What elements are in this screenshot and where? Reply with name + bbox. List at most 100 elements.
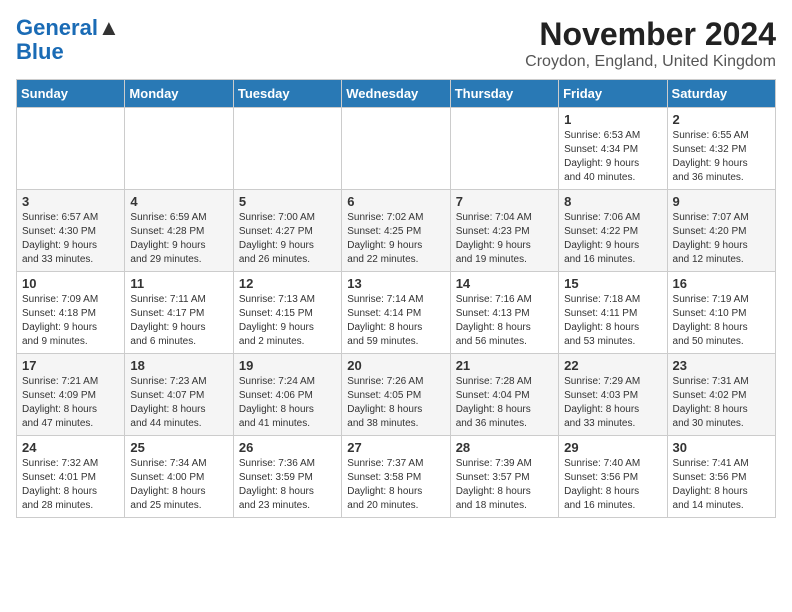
col-saturday: Saturday	[667, 80, 775, 108]
day-number: 17	[22, 358, 119, 373]
day-info: Sunrise: 7:41 AM Sunset: 3:56 PM Dayligh…	[673, 457, 770, 513]
calendar-cell-w0-d4	[450, 108, 558, 190]
day-info: Sunrise: 7:11 AM Sunset: 4:17 PM Dayligh…	[130, 293, 227, 349]
day-info: Sunrise: 7:29 AM Sunset: 4:03 PM Dayligh…	[564, 375, 661, 431]
calendar-cell-w3-d4: 21 Sunrise: 7:28 AM Sunset: 4:04 PM Dayli…	[450, 354, 558, 436]
calendar-cell-w2-d5: 15 Sunrise: 7:18 AM Sunset: 4:11 PM Dayli…	[559, 272, 667, 354]
calendar-cell-w0-d3	[342, 108, 450, 190]
day-number: 4	[130, 194, 227, 209]
col-thursday: Thursday	[450, 80, 558, 108]
logo-subtext: Blue	[16, 39, 64, 64]
day-number: 30	[673, 440, 770, 455]
col-tuesday: Tuesday	[233, 80, 341, 108]
day-number: 26	[239, 440, 336, 455]
day-info: Sunrise: 7:28 AM Sunset: 4:04 PM Dayligh…	[456, 375, 553, 431]
day-number: 3	[22, 194, 119, 209]
col-friday: Friday	[559, 80, 667, 108]
calendar-cell-w3-d2: 19Sunrise: 7:24 AM Sunset: 4:06 PM Dayli…	[233, 354, 341, 436]
col-monday: Monday	[125, 80, 233, 108]
week-row-2: 10 Sunrise: 7:09 AM Sunset: 4:18 PM Dayli…	[17, 272, 776, 354]
day-number: 11	[130, 276, 227, 291]
calendar-cell-w1-d6: 9 Sunrise: 7:07 AM Sunset: 4:20 PM Daylig…	[667, 190, 775, 272]
day-info: Sunrise: 6:53 AM Sunset: 4:34 PM Dayligh…	[564, 129, 661, 185]
calendar-cell-w4-d5: 29 Sunrise: 7:40 AM Sunset: 3:56 PM Dayli…	[559, 436, 667, 518]
day-info: Sunrise: 7:31 AM Sunset: 4:02 PM Dayligh…	[673, 375, 770, 431]
calendar-cell-w0-d6: 2 Sunrise: 6:55 AM Sunset: 4:32 PM Daylig…	[667, 108, 775, 190]
day-number: 10	[22, 276, 119, 291]
day-number: 1	[564, 112, 661, 127]
day-info: Sunrise: 7:36 AM Sunset: 3:59 PM Dayligh…	[239, 457, 336, 513]
day-number: 28	[456, 440, 553, 455]
day-info: Sunrise: 7:07 AM Sunset: 4:20 PM Dayligh…	[673, 211, 770, 267]
calendar-cell-w1-d2: 5Sunrise: 7:00 AM Sunset: 4:27 PM Daylig…	[233, 190, 341, 272]
page-subtitle: Croydon, England, United Kingdom	[525, 53, 776, 71]
calendar-cell-w1-d1: 4 Sunrise: 6:59 AM Sunset: 4:28 PM Daylig…	[125, 190, 233, 272]
day-number: 22	[564, 358, 661, 373]
day-number: 15	[564, 276, 661, 291]
day-info: Sunrise: 7:04 AM Sunset: 4:23 PM Dayligh…	[456, 211, 553, 267]
calendar-cell-w2-d4: 14 Sunrise: 7:16 AM Sunset: 4:13 PM Dayli…	[450, 272, 558, 354]
page-header: General▲ Blue November 2024 Croydon, Eng…	[16, 16, 776, 71]
day-number: 29	[564, 440, 661, 455]
calendar-cell-w2-d3: 13Sunrise: 7:14 AM Sunset: 4:14 PM Dayli…	[342, 272, 450, 354]
col-sunday: Sunday	[17, 80, 125, 108]
day-info: Sunrise: 7:00 AM Sunset: 4:27 PM Dayligh…	[239, 211, 336, 267]
day-info: Sunrise: 7:39 AM Sunset: 3:57 PM Dayligh…	[456, 457, 553, 513]
logo: General▲ Blue	[16, 16, 120, 64]
day-number: 14	[456, 276, 553, 291]
calendar-cell-w0-d0	[17, 108, 125, 190]
day-info: Sunrise: 7:23 AM Sunset: 4:07 PM Dayligh…	[130, 375, 227, 431]
calendar-cell-w4-d6: 30 Sunrise: 7:41 AM Sunset: 3:56 PM Dayli…	[667, 436, 775, 518]
day-info: Sunrise: 7:14 AM Sunset: 4:14 PM Dayligh…	[347, 293, 444, 349]
week-row-3: 17 Sunrise: 7:21 AM Sunset: 4:09 PM Dayli…	[17, 354, 776, 436]
calendar-cell-w1-d4: 7 Sunrise: 7:04 AM Sunset: 4:23 PM Daylig…	[450, 190, 558, 272]
week-row-1: 3Sunrise: 6:57 AM Sunset: 4:30 PM Daylig…	[17, 190, 776, 272]
day-info: Sunrise: 7:13 AM Sunset: 4:15 PM Dayligh…	[239, 293, 336, 349]
calendar-cell-w1-d5: 8 Sunrise: 7:06 AM Sunset: 4:22 PM Daylig…	[559, 190, 667, 272]
day-number: 25	[130, 440, 227, 455]
calendar-cell-w3-d5: 22 Sunrise: 7:29 AM Sunset: 4:03 PM Dayli…	[559, 354, 667, 436]
day-info: Sunrise: 7:37 AM Sunset: 3:58 PM Dayligh…	[347, 457, 444, 513]
calendar-header-row: Sunday Monday Tuesday Wednesday Thursday…	[17, 80, 776, 108]
week-row-4: 24 Sunrise: 7:32 AM Sunset: 4:01 PM Dayli…	[17, 436, 776, 518]
day-info: Sunrise: 6:55 AM Sunset: 4:32 PM Dayligh…	[673, 129, 770, 185]
day-number: 2	[673, 112, 770, 127]
day-number: 6	[347, 194, 444, 209]
day-info: Sunrise: 7:09 AM Sunset: 4:18 PM Dayligh…	[22, 293, 119, 349]
day-number: 8	[564, 194, 661, 209]
day-number: 18	[130, 358, 227, 373]
day-info: Sunrise: 7:19 AM Sunset: 4:10 PM Dayligh…	[673, 293, 770, 349]
calendar-cell-w4-d1: 25Sunrise: 7:34 AM Sunset: 4:00 PM Dayli…	[125, 436, 233, 518]
calendar-cell-w1-d3: 6 Sunrise: 7:02 AM Sunset: 4:25 PM Daylig…	[342, 190, 450, 272]
day-info: Sunrise: 7:06 AM Sunset: 4:22 PM Dayligh…	[564, 211, 661, 267]
day-number: 24	[22, 440, 119, 455]
title-section: November 2024 Croydon, England, United K…	[525, 16, 776, 71]
day-number: 9	[673, 194, 770, 209]
week-row-0: 1 Sunrise: 6:53 AM Sunset: 4:34 PM Daylig…	[17, 108, 776, 190]
calendar-cell-w3-d6: 23 Sunrise: 7:31 AM Sunset: 4:02 PM Dayli…	[667, 354, 775, 436]
day-number: 23	[673, 358, 770, 373]
day-number: 12	[239, 276, 336, 291]
calendar-cell-w3-d1: 18 Sunrise: 7:23 AM Sunset: 4:07 PM Dayli…	[125, 354, 233, 436]
day-info: Sunrise: 7:32 AM Sunset: 4:01 PM Dayligh…	[22, 457, 119, 513]
calendar-table: Sunday Monday Tuesday Wednesday Thursday…	[16, 79, 776, 518]
day-info: Sunrise: 7:02 AM Sunset: 4:25 PM Dayligh…	[347, 211, 444, 267]
calendar-cell-w2-d1: 11 Sunrise: 7:11 AM Sunset: 4:17 PM Dayli…	[125, 272, 233, 354]
day-number: 21	[456, 358, 553, 373]
calendar-cell-w3-d0: 17 Sunrise: 7:21 AM Sunset: 4:09 PM Dayli…	[17, 354, 125, 436]
day-info: Sunrise: 7:18 AM Sunset: 4:11 PM Dayligh…	[564, 293, 661, 349]
calendar-cell-w3-d3: 20Sunrise: 7:26 AM Sunset: 4:05 PM Dayli…	[342, 354, 450, 436]
day-info: Sunrise: 7:16 AM Sunset: 4:13 PM Dayligh…	[456, 293, 553, 349]
day-number: 16	[673, 276, 770, 291]
day-info: Sunrise: 6:59 AM Sunset: 4:28 PM Dayligh…	[130, 211, 227, 267]
calendar-cell-w4-d4: 28 Sunrise: 7:39 AM Sunset: 3:57 PM Dayli…	[450, 436, 558, 518]
day-info: Sunrise: 7:40 AM Sunset: 3:56 PM Dayligh…	[564, 457, 661, 513]
day-number: 7	[456, 194, 553, 209]
calendar-cell-w0-d1	[125, 108, 233, 190]
day-number: 20	[347, 358, 444, 373]
calendar-cell-w0-d2	[233, 108, 341, 190]
calendar-cell-w1-d0: 3Sunrise: 6:57 AM Sunset: 4:30 PM Daylig…	[17, 190, 125, 272]
day-info: Sunrise: 7:21 AM Sunset: 4:09 PM Dayligh…	[22, 375, 119, 431]
logo-text: General▲	[16, 16, 120, 40]
calendar-cell-w2-d2: 12 Sunrise: 7:13 AM Sunset: 4:15 PM Dayli…	[233, 272, 341, 354]
